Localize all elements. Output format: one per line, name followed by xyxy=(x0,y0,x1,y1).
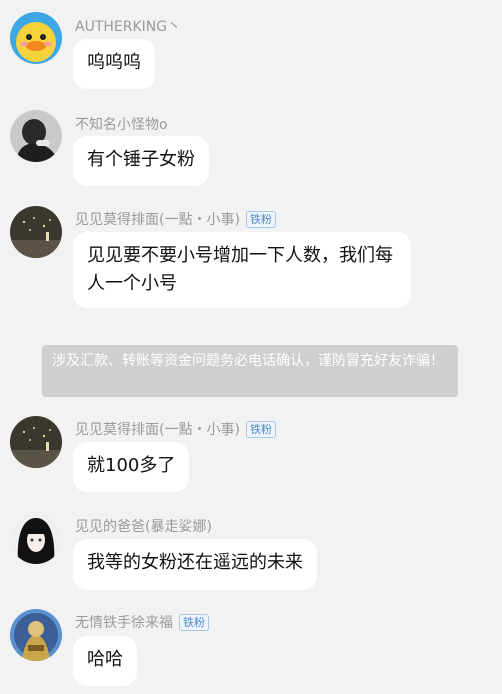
sender-name-row: AUTHERKING丶 xyxy=(75,16,181,36)
sender-name-row: 见见莫得排面(一點・小事) 铁粉 xyxy=(75,419,276,439)
sender-name[interactable]: 无情铁手徐来福 xyxy=(75,612,173,632)
duck-avatar[interactable] xyxy=(10,12,62,64)
message-text: 哈哈 xyxy=(87,649,123,670)
message-bubble[interactable]: 呜呜呜 xyxy=(73,39,155,89)
sender-name-row: 见见的爸爸(暴走娑娜) xyxy=(75,516,212,536)
warrior-avatar[interactable] xyxy=(10,609,62,661)
message-text: 我等的女粉还在遥远的未来 xyxy=(87,552,303,573)
fan-badge: 铁粉 xyxy=(179,613,209,631)
message-bubble[interactable]: 我等的女粉还在遥远的未来 xyxy=(73,539,317,590)
dark-night-avatar[interactable] xyxy=(10,416,62,468)
message-text: 呜呜呜 xyxy=(87,52,141,73)
sender-name-row: 见见莫得排面(一點・小事) 铁粉 xyxy=(75,209,276,229)
fan-badge: 铁粉 xyxy=(245,420,276,438)
anime-girl-avatar[interactable] xyxy=(10,512,62,564)
message-text: 就100多了 xyxy=(87,455,176,476)
hooded-person-avatar[interactable] xyxy=(10,110,62,162)
security-notice: 涉及汇款、转账等资金问题务必电话确认，谨防冒充好友诈骗！ xyxy=(42,345,458,397)
message-bubble[interactable]: 有个锤子女粉 xyxy=(73,136,209,186)
message-bubble[interactable]: 见见要不要小号增加一下人数，我们每人一个小号 xyxy=(73,232,411,308)
dark-night-avatar[interactable] xyxy=(10,206,62,258)
sender-name-row: 不知名小怪物o xyxy=(75,114,168,134)
message-text: 有个锤子女粉 xyxy=(87,149,195,170)
sender-name[interactable]: 见见莫得排面(一點・小事) xyxy=(75,209,240,229)
message-text: 见见要不要小号增加一下人数，我们每人一个小号 xyxy=(87,245,393,294)
sender-name[interactable]: AUTHERKING丶 xyxy=(75,16,181,36)
notice-text: 涉及汇款、转账等资金问题务必电话确认，谨防冒充好友诈骗！ xyxy=(52,353,444,369)
sender-name-row: 无情铁手徐来福 铁粉 xyxy=(75,612,209,632)
message-bubble[interactable]: 就100多了 xyxy=(73,442,190,492)
message-bubble[interactable]: 哈哈 xyxy=(73,636,137,686)
fan-badge: 铁粉 xyxy=(245,210,276,228)
sender-name[interactable]: 见见莫得排面(一點・小事) xyxy=(75,419,240,439)
sender-name[interactable]: 见见的爸爸(暴走娑娜) xyxy=(75,516,212,536)
sender-name[interactable]: 不知名小怪物o xyxy=(75,114,168,134)
